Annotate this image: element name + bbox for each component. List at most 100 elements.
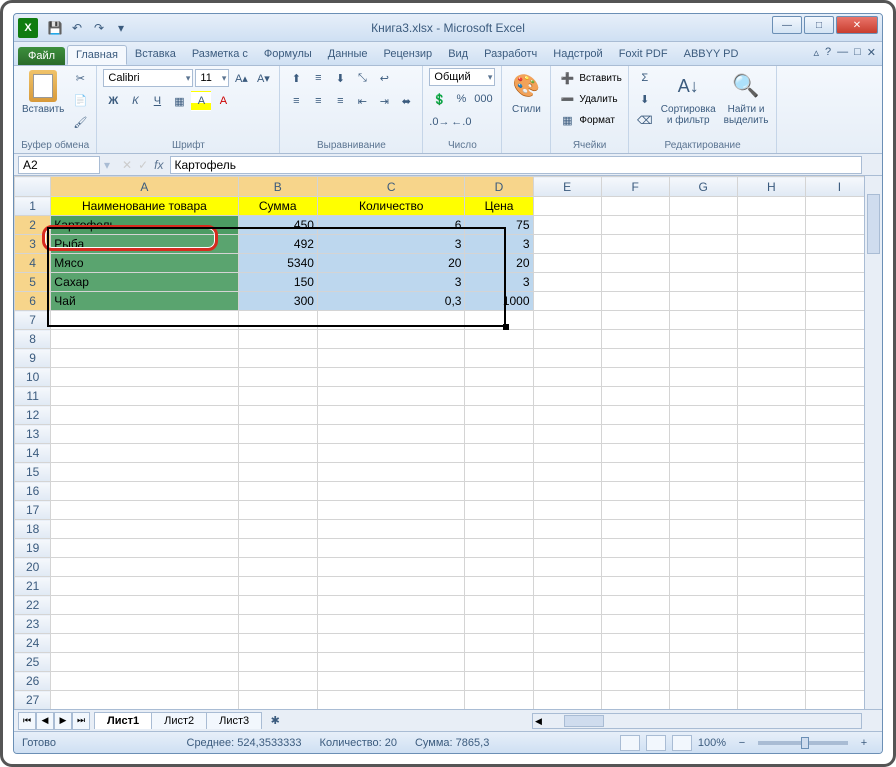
sheet-tab-Лист3[interactable]: Лист3	[206, 712, 262, 729]
cell-D4[interactable]: 20	[465, 254, 533, 273]
header-cell[interactable]: Сумма	[238, 197, 317, 216]
fill-button[interactable]: ⬇	[635, 89, 655, 109]
border-button[interactable]: ▦	[169, 91, 189, 111]
ribbon-minimize-icon[interactable]: ▵	[813, 46, 819, 59]
cell-C6[interactable]: 0,3	[317, 292, 465, 311]
autosum-button[interactable]: Σ	[635, 68, 655, 88]
row-header-3[interactable]: 3	[15, 235, 51, 254]
sheet-nav-next[interactable]: ▶	[54, 712, 72, 730]
number-format-combo[interactable]: Общий	[429, 68, 495, 86]
cell-A4[interactable]: Мясо	[51, 254, 238, 273]
row-header-18[interactable]: 18	[15, 520, 51, 539]
row-header-14[interactable]: 14	[15, 444, 51, 463]
sheet-nav-last[interactable]: ⏭	[72, 712, 90, 730]
sheet-tab-Лист1[interactable]: Лист1	[94, 712, 152, 729]
formula-input[interactable]: Картофель	[170, 156, 863, 174]
tab-рецензир[interactable]: Рецензир	[376, 45, 441, 65]
view-normal-button[interactable]	[620, 735, 640, 751]
row-header-8[interactable]: 8	[15, 330, 51, 349]
tab-foxit pdf[interactable]: Foxit PDF	[611, 45, 676, 65]
fx-button[interactable]: fx	[154, 158, 163, 172]
cell-A5[interactable]: Сахар	[51, 273, 238, 292]
cell-A3[interactable]: Рыба	[51, 235, 238, 254]
find-select-button[interactable]: 🔍 Найти и выделить	[722, 68, 771, 128]
select-all-corner[interactable]	[15, 177, 51, 197]
tab-надстрой[interactable]: Надстрой	[545, 45, 610, 65]
qat-more[interactable]: ▾	[112, 19, 130, 37]
col-header-E[interactable]: E	[533, 177, 601, 197]
font-name-combo[interactable]: Calibri	[103, 69, 193, 87]
row-header-10[interactable]: 10	[15, 368, 51, 387]
row-header-22[interactable]: 22	[15, 596, 51, 615]
cell-D2[interactable]: 75	[465, 216, 533, 235]
zoom-out-button[interactable]: −	[732, 733, 752, 753]
zoom-in-button[interactable]: +	[854, 733, 874, 753]
row-header-1[interactable]: 1	[15, 197, 51, 216]
sheet-nav-prev[interactable]: ◀	[36, 712, 54, 730]
row-header-11[interactable]: 11	[15, 387, 51, 406]
minimize-button[interactable]: —	[772, 16, 802, 34]
doc-restore-icon[interactable]: □	[854, 46, 861, 59]
sheet-tab-Лист2[interactable]: Лист2	[151, 712, 207, 729]
increase-decimal-button[interactable]: .0→	[429, 112, 449, 132]
sheet-nav-first[interactable]: ⏮	[18, 712, 36, 730]
maximize-button[interactable]: □	[804, 16, 834, 34]
new-sheet-button[interactable]: ✱	[265, 711, 285, 731]
cell-B4[interactable]: 5340	[238, 254, 317, 273]
increase-font-button[interactable]: A▴	[231, 68, 251, 88]
font-size-combo[interactable]: 11	[195, 69, 229, 87]
row-header-26[interactable]: 26	[15, 672, 51, 691]
decrease-indent-button[interactable]: ⇤	[352, 91, 372, 111]
spreadsheet-grid[interactable]: ABCDEFGHI 1Наименование товараСуммаКолич…	[14, 176, 874, 709]
col-header-G[interactable]: G	[669, 177, 737, 197]
decrease-decimal-button[interactable]: ←.0	[451, 112, 471, 132]
wrap-text-button[interactable]: ↩	[374, 68, 394, 88]
tab-вид[interactable]: Вид	[440, 45, 476, 65]
row-header-16[interactable]: 16	[15, 482, 51, 501]
cell-C2[interactable]: 6	[317, 216, 465, 235]
view-pagebreak-button[interactable]	[672, 735, 692, 751]
col-header-H[interactable]: H	[737, 177, 805, 197]
fill-color-button[interactable]: A	[191, 91, 211, 111]
orientation-button[interactable]: ⤡	[352, 68, 372, 88]
row-header-2[interactable]: 2	[15, 216, 51, 235]
comma-button[interactable]: 000	[473, 89, 493, 109]
cell-A6[interactable]: Чай	[51, 292, 238, 311]
decrease-font-button[interactable]: A▾	[253, 68, 273, 88]
currency-button[interactable]: 💲	[429, 89, 449, 109]
row-header-24[interactable]: 24	[15, 634, 51, 653]
clear-button[interactable]: ⌫	[635, 110, 655, 130]
header-cell[interactable]: Наименование товара	[51, 197, 238, 216]
align-right-button[interactable]: ≡	[330, 91, 350, 111]
row-header-23[interactable]: 23	[15, 615, 51, 634]
cell-A2[interactable]: Картофель	[51, 216, 238, 235]
delete-cells-button[interactable]: ➖Удалить	[557, 89, 617, 109]
header-cell[interactable]: Количество	[317, 197, 465, 216]
close-button[interactable]: ✕	[836, 16, 878, 34]
name-box[interactable]: A2	[18, 156, 100, 174]
vertical-scrollbar[interactable]	[864, 176, 882, 709]
cell-D5[interactable]: 3	[465, 273, 533, 292]
cell-B6[interactable]: 300	[238, 292, 317, 311]
format-cells-button[interactable]: ▦Формат	[557, 110, 615, 130]
row-header-12[interactable]: 12	[15, 406, 51, 425]
align-middle-button[interactable]: ≡	[308, 68, 328, 88]
doc-minimize-icon[interactable]: —	[837, 46, 848, 59]
merge-button[interactable]: ⬌	[396, 91, 416, 111]
percent-button[interactable]: %	[451, 89, 471, 109]
horizontal-scrollbar[interactable]: ◀	[532, 713, 862, 729]
col-header-D[interactable]: D	[465, 177, 533, 197]
view-layout-button[interactable]	[646, 735, 666, 751]
paste-button[interactable]: Вставить	[20, 68, 66, 117]
align-bottom-button[interactable]: ⬇	[330, 68, 350, 88]
row-header-27[interactable]: 27	[15, 691, 51, 710]
row-header-21[interactable]: 21	[15, 577, 51, 596]
styles-button[interactable]: 🎨 Стили	[508, 68, 544, 117]
qat-undo[interactable]: ↶	[68, 19, 86, 37]
qat-save[interactable]: 💾	[46, 19, 64, 37]
row-header-15[interactable]: 15	[15, 463, 51, 482]
doc-close-icon[interactable]: ✕	[867, 46, 876, 59]
tab-разметка с[interactable]: Разметка с	[184, 45, 256, 65]
row-header-25[interactable]: 25	[15, 653, 51, 672]
help-icon[interactable]: ?	[825, 46, 831, 59]
